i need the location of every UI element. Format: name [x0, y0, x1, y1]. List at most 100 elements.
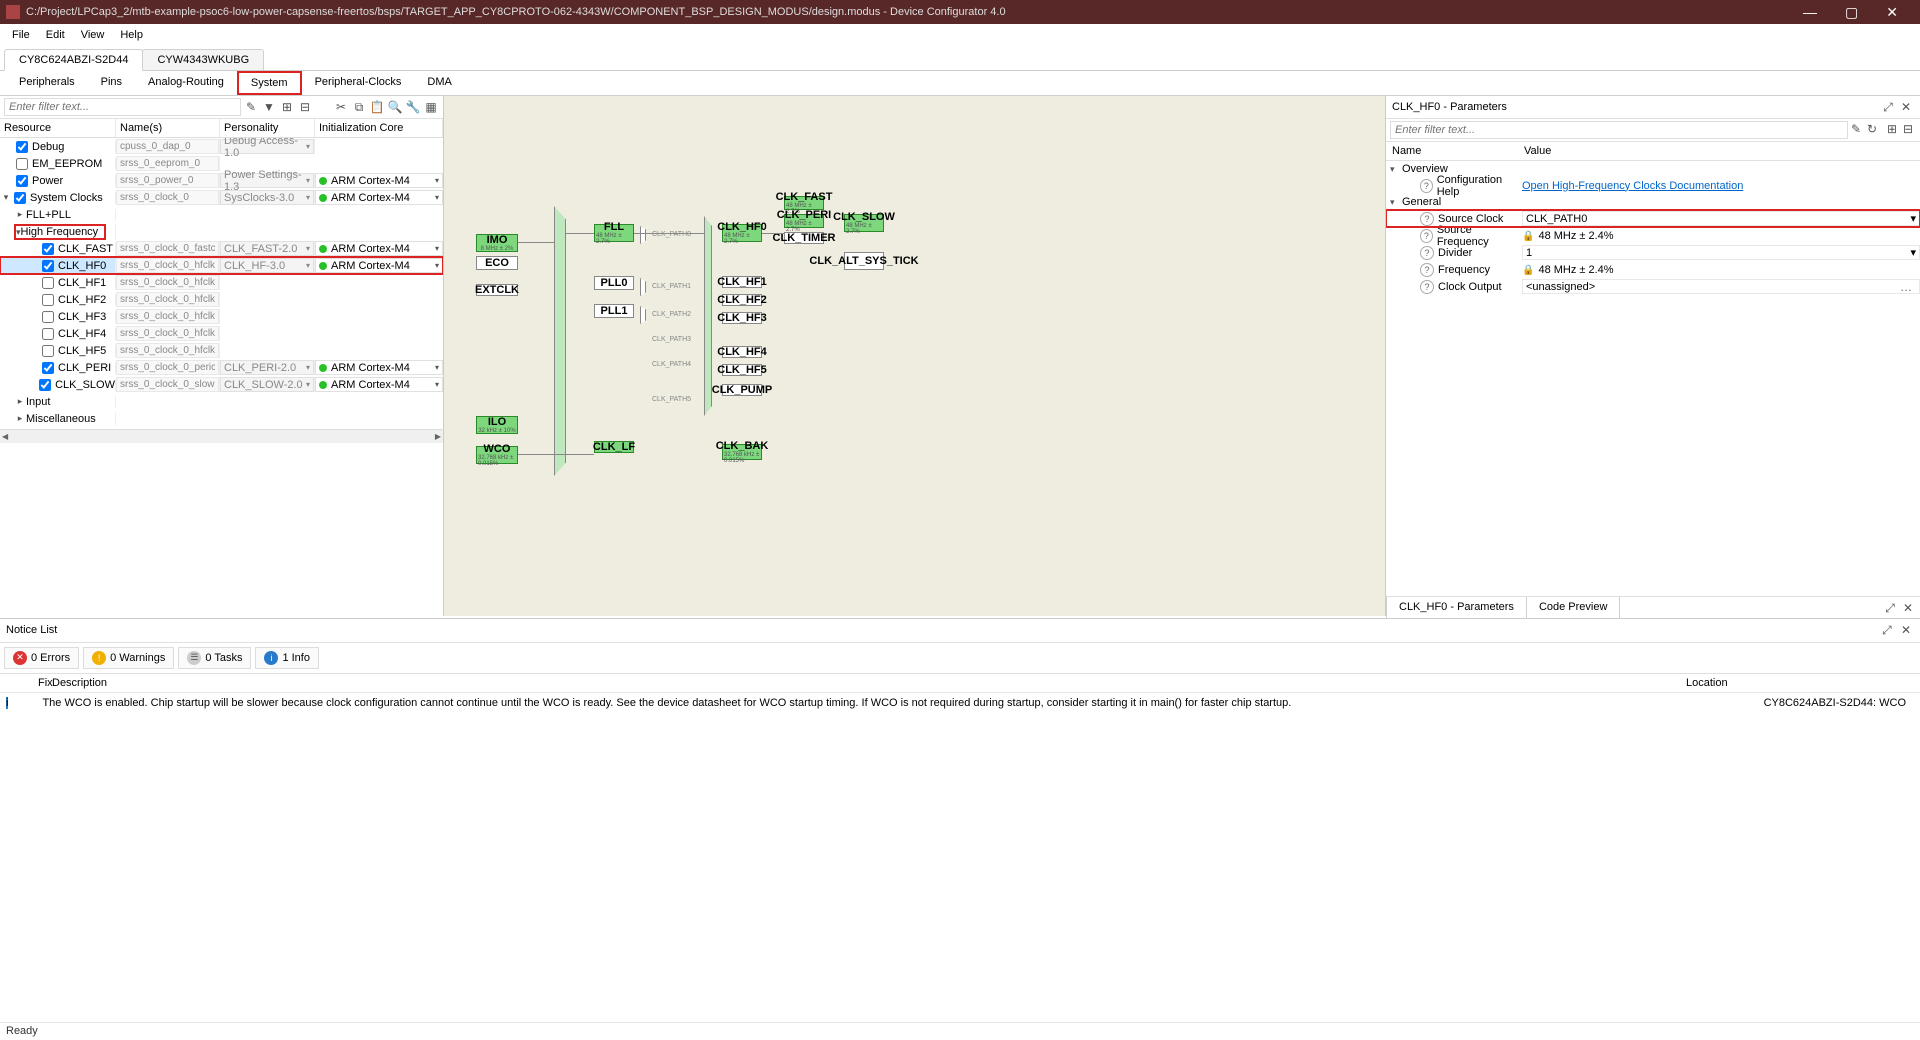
warnings-filter-button[interactable]: !0 Warnings	[83, 647, 174, 669]
name-sysclk[interactable]	[116, 190, 219, 205]
tab-pins[interactable]: Pins	[88, 71, 135, 95]
pers-clkperi[interactable]: CLK_PERI-2.0▾	[220, 360, 314, 375]
tree-row-clkslow[interactable]: CLK_SLOW CLK_SLOW-2.0▾ ARM Cortex-M4▾	[0, 376, 443, 393]
name-power[interactable]	[116, 173, 219, 188]
tree-row-clkhf5[interactable]: CLK_HF5	[0, 342, 443, 359]
minimize-button[interactable]: —	[1795, 4, 1825, 21]
init-sysclk[interactable]: ARM Cortex-M4▾	[315, 190, 443, 205]
init-clkfast[interactable]: ARM Cortex-M4▾	[315, 241, 443, 256]
infos-filter-button[interactable]: i1 Info	[255, 647, 319, 669]
collapse-all-icon[interactable]: ⊟	[1900, 121, 1916, 137]
pencil-icon[interactable]: ✎	[1848, 121, 1864, 137]
name-clkfast[interactable]	[116, 241, 219, 256]
name-clkhf1[interactable]	[116, 275, 219, 290]
close-button[interactable]: ✕	[1878, 4, 1906, 21]
tree-row-clkhf1[interactable]: CLK_HF1	[0, 274, 443, 291]
name-clkhf3[interactable]	[116, 309, 219, 324]
name-debug[interactable]	[116, 139, 219, 154]
cut-icon[interactable]: ✂	[333, 99, 349, 115]
clock-output-dropdown[interactable]: <unassigned>…	[1522, 279, 1920, 294]
menu-file[interactable]: File	[4, 26, 38, 44]
checkbox-clkhf2[interactable]	[42, 294, 54, 306]
reset-icon[interactable]: ↻	[1864, 121, 1880, 137]
checkbox-clkhf0[interactable]	[42, 260, 54, 272]
init-power[interactable]: ARM Cortex-M4▾	[315, 173, 443, 188]
pers-debug[interactable]: Debug Access-1.0▾	[220, 139, 314, 154]
divider-dropdown[interactable]: 1▾	[1522, 245, 1920, 260]
name-clkhf2[interactable]	[116, 292, 219, 307]
grid-icon[interactable]: ▦	[423, 99, 439, 115]
restore-icon[interactable]: ⤢	[1880, 99, 1896, 115]
help-icon[interactable]: ?	[1420, 263, 1434, 277]
maximize-button[interactable]: ▢	[1837, 4, 1866, 21]
checkbox-power[interactable]	[16, 175, 28, 187]
cfg-help-link[interactable]: Open High-Frequency Clocks Documentation	[1522, 180, 1743, 192]
menu-edit[interactable]: Edit	[38, 26, 73, 44]
hscroll-bar[interactable]: ◀▶	[0, 429, 443, 443]
tree-row-debug[interactable]: Debug Debug Access-1.0▾	[0, 138, 443, 155]
expand-sysclk[interactable]: ▾	[0, 192, 12, 203]
help-icon[interactable]: ?	[1420, 246, 1434, 260]
tasks-filter-button[interactable]: ☰0 Tasks	[178, 647, 251, 669]
expand-all-icon[interactable]: ⊞	[1884, 121, 1900, 137]
checkbox-clkhf3[interactable]	[42, 311, 54, 323]
wrench-icon[interactable]: 🔧	[405, 99, 421, 115]
name-clkhf4[interactable]	[116, 326, 219, 341]
pers-sysclk[interactable]: SysClocks-3.0▾	[220, 190, 314, 205]
pers-clkslow[interactable]: CLK_SLOW-2.0▾	[220, 377, 314, 392]
name-clkhf0[interactable]	[116, 258, 219, 273]
close-panel-icon[interactable]: ✕	[1898, 622, 1914, 638]
expand-highfreq[interactable]: ▾	[16, 227, 21, 237]
pers-power[interactable]: Power Settings-1.3▾	[220, 173, 314, 188]
checkbox-debug[interactable]	[16, 141, 28, 153]
tree-row-clkfast[interactable]: CLK_FAST CLK_FAST-2.0▾ ARM Cortex-M4▾	[0, 240, 443, 257]
close-panel-icon[interactable]: ✕	[1900, 600, 1916, 616]
tab-system[interactable]: System	[237, 71, 302, 95]
tab-peripheral-clocks[interactable]: Peripheral-Clocks	[302, 71, 415, 95]
filter-icon[interactable]: ▼	[261, 99, 277, 115]
expand-all-icon[interactable]: ⊞	[279, 99, 295, 115]
paste-icon[interactable]: 📋	[369, 99, 385, 115]
name-emeeprom[interactable]	[116, 156, 219, 171]
name-clkslow[interactable]	[116, 377, 219, 392]
errors-filter-button[interactable]: ✕0 Errors	[4, 647, 79, 669]
tab-dma[interactable]: DMA	[414, 71, 464, 95]
copy-icon[interactable]: ⧉	[351, 99, 367, 115]
pencil-icon[interactable]: ✎	[243, 99, 259, 115]
checkbox-clkslow[interactable]	[39, 379, 51, 391]
tree-row-misc[interactable]: ▸Miscellaneous	[0, 410, 443, 427]
expand-input[interactable]: ▸	[14, 396, 26, 407]
checkbox-clkhf5[interactable]	[42, 345, 54, 357]
search-icon[interactable]: 🔍	[387, 99, 403, 115]
expand-misc[interactable]: ▸	[14, 413, 26, 424]
menu-help[interactable]: Help	[112, 26, 151, 44]
tree-row-emeeprom[interactable]: EM_EEPROM	[0, 155, 443, 172]
tree-row-fllpll[interactable]: ▸FLL+PLL	[0, 206, 443, 223]
tree-row-clkhf0[interactable]: CLK_HF0 CLK_HF-3.0▾ ARM Cortex-M4▾	[0, 257, 443, 274]
tree-row-highfreq[interactable]: ▾High Frequency	[0, 223, 443, 240]
init-clkhf0[interactable]: ARM Cortex-M4▾	[315, 258, 443, 273]
collapse-all-icon[interactable]: ⊟	[297, 99, 313, 115]
checkbox-clkfast[interactable]	[42, 243, 54, 255]
tree-row-clkhf4[interactable]: CLK_HF4	[0, 325, 443, 342]
expand-fllpll[interactable]: ▸	[14, 209, 26, 220]
tree-row-clkhf2[interactable]: CLK_HF2	[0, 291, 443, 308]
tree-row-input[interactable]: ▸Input	[0, 393, 443, 410]
checkbox-sysclk[interactable]	[14, 192, 26, 204]
tree-row-clkperi[interactable]: CLK_PERI CLK_PERI-2.0▾ ARM Cortex-M4▾	[0, 359, 443, 376]
resource-filter-input[interactable]	[4, 98, 241, 116]
tree-row-power[interactable]: Power Power Settings-1.3▾ ARM Cortex-M4▾	[0, 172, 443, 189]
device-tab-0[interactable]: CY8C624ABZI-S2D44	[4, 49, 143, 71]
help-icon[interactable]: ?	[1420, 179, 1433, 193]
pers-clkfast[interactable]: CLK_FAST-2.0▾	[220, 241, 314, 256]
tree-row-sysclk[interactable]: ▾System Clocks SysClocks-3.0▾ ARM Cortex…	[0, 189, 443, 206]
init-clkperi[interactable]: ARM Cortex-M4▾	[315, 360, 443, 375]
tab-peripherals[interactable]: Peripherals	[6, 71, 88, 95]
init-clkslow[interactable]: ARM Cortex-M4▾	[315, 377, 443, 392]
notice-row[interactable]: i The WCO is enabled. Chip startup will …	[0, 693, 1920, 713]
pers-clkhf0[interactable]: CLK_HF-3.0▾	[220, 258, 314, 273]
param-filter-input[interactable]	[1390, 121, 1848, 139]
help-icon[interactable]: ?	[1420, 229, 1433, 243]
rb-tab-parameters[interactable]: CLK_HF0 - Parameters	[1386, 597, 1527, 619]
checkbox-emeeprom[interactable]	[16, 158, 28, 170]
